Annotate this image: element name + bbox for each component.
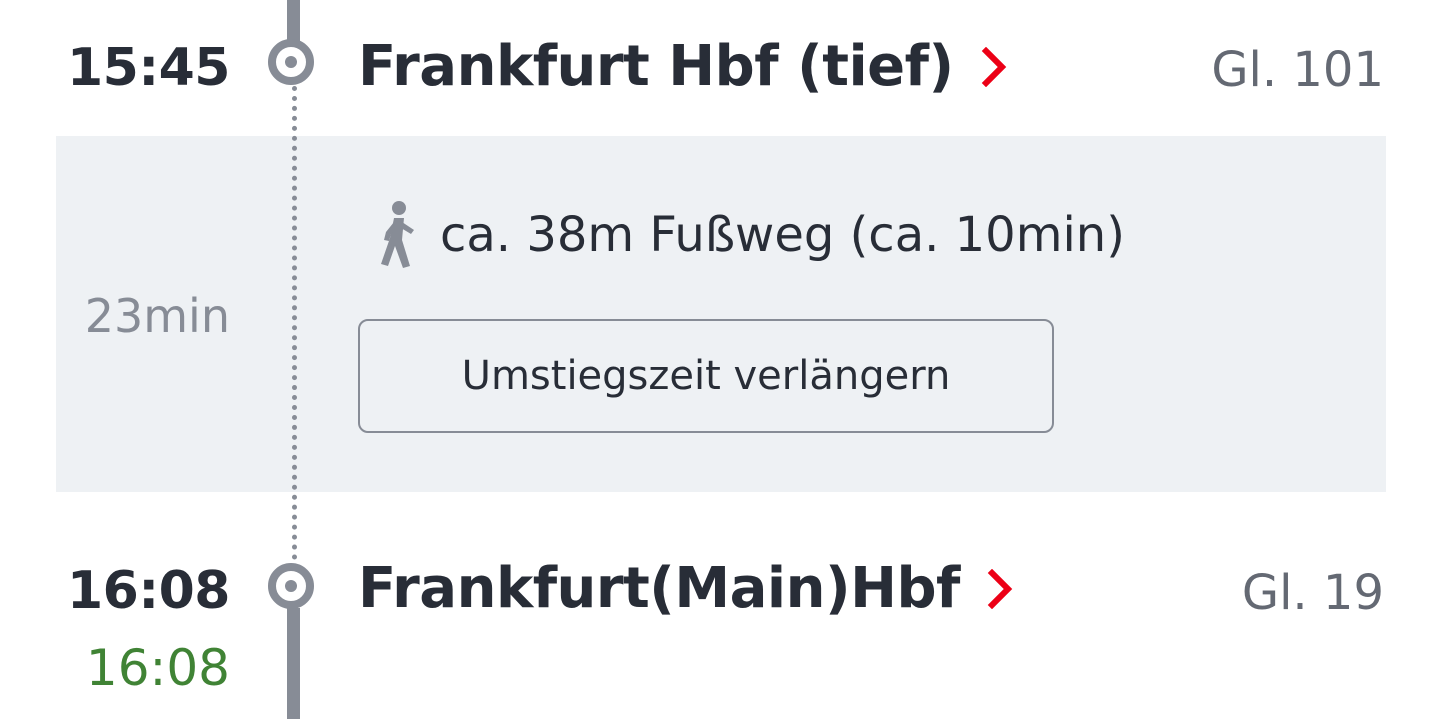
walk-info: ca. 38m Fußweg (ca. 10min) bbox=[372, 200, 1125, 270]
connection-detail: 15:45 Frankfurt Hbf (tief) Gl. 101 23min… bbox=[0, 0, 1440, 719]
transfer-panel bbox=[56, 136, 1386, 492]
departure-station-name: Frankfurt Hbf (tief) bbox=[358, 34, 954, 99]
arrival-station-name: Frankfurt(Main)Hbf bbox=[358, 556, 960, 621]
timeline-segment-bottom bbox=[287, 608, 300, 719]
arrival-station-link[interactable]: Frankfurt(Main)Hbf bbox=[358, 556, 1016, 621]
departure-track: Gl. 101 bbox=[1211, 42, 1384, 98]
extend-transfer-time-button[interactable]: Umstiegszeit verlängern bbox=[358, 319, 1054, 433]
stop-marker-arrival bbox=[268, 563, 314, 609]
chevron-right-icon bbox=[987, 568, 1013, 609]
walking-person-icon bbox=[381, 201, 414, 268]
walk-distance-text: ca. 38m Fußweg (ca. 10min) bbox=[440, 207, 1125, 263]
timeline-segment-top bbox=[287, 0, 300, 42]
chevron-right-icon bbox=[981, 46, 1006, 87]
transfer-duration: 23min bbox=[84, 289, 230, 343]
timeline-walking-segment bbox=[292, 86, 297, 560]
arrival-actual-time: 16:08 bbox=[85, 639, 230, 697]
stop-marker-departure bbox=[268, 39, 314, 85]
departure-station-link[interactable]: Frankfurt Hbf (tief) bbox=[358, 34, 1010, 99]
departure-time: 15:45 bbox=[66, 38, 231, 98]
arrival-time: 16:08 bbox=[66, 561, 231, 621]
arrival-track: Gl. 19 bbox=[1241, 565, 1384, 621]
